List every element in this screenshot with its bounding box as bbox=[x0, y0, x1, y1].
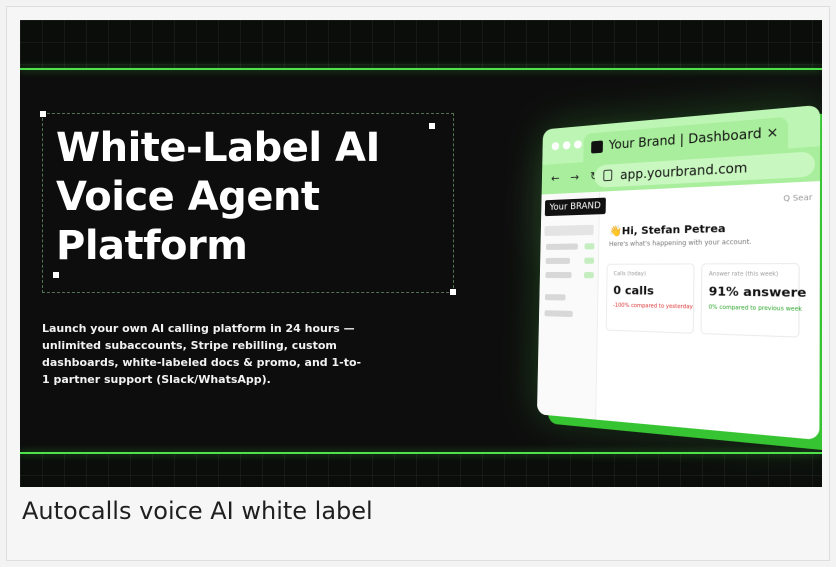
stat-value: 91% answere bbox=[708, 284, 807, 301]
window-dot-icon bbox=[574, 140, 582, 149]
image-caption: Autocalls voice AI white label bbox=[22, 497, 373, 525]
top-grid-band bbox=[20, 20, 822, 69]
stat-value: 0 calls bbox=[613, 283, 654, 298]
sidebar-tag bbox=[584, 257, 595, 264]
close-icon: × bbox=[766, 124, 779, 141]
favicon-icon bbox=[591, 140, 603, 154]
search-field: Q Sear bbox=[783, 193, 813, 204]
selection-handle bbox=[53, 272, 59, 278]
lock-icon bbox=[603, 169, 613, 182]
sidebar-item bbox=[544, 224, 594, 237]
sidebar-tag bbox=[584, 243, 595, 250]
selection-handle bbox=[40, 111, 46, 117]
bottom-accent-line bbox=[20, 452, 822, 454]
stat-card: Answer rate (this week) 91% answere 0% c… bbox=[700, 262, 806, 338]
hero-title: White-Label AI Voice Agent Platform bbox=[56, 125, 380, 269]
window-dot-icon bbox=[551, 141, 560, 151]
dashboard-subtitle: Here's what's happening with your accoun… bbox=[609, 238, 752, 249]
sidebar-item bbox=[545, 243, 578, 250]
dashboard-app: Your BRAND Q Sear 👋Hi, Stefan Petrea Her… bbox=[536, 181, 820, 441]
dashboard-main: Q Sear 👋Hi, Stefan Petrea Here's what's … bbox=[596, 181, 820, 440]
selection-handle bbox=[450, 289, 456, 295]
brand-badge: Your BRAND bbox=[544, 197, 606, 217]
hero-description: Launch your own AI calling platform in 2… bbox=[42, 322, 362, 386]
tab-title: Your Brand | Dashboard bbox=[608, 125, 762, 153]
bottom-grid-band bbox=[20, 453, 822, 487]
stat-note: -100% compared to yesterday bbox=[613, 302, 693, 311]
stat-card: Calls (today) 0 calls -100% compared to … bbox=[605, 263, 695, 334]
stat-label: Answer rate (this week) bbox=[708, 271, 779, 278]
browser-mockup: Your Brand | Dashboard × ← → ↻ app.yourb… bbox=[536, 104, 821, 441]
window-dot-icon bbox=[562, 141, 571, 150]
sidebar-tag bbox=[584, 272, 594, 279]
sidebar-item bbox=[544, 310, 573, 318]
sidebar-item bbox=[545, 272, 572, 279]
top-accent-line bbox=[20, 68, 822, 70]
dashboard-greeting: 👋Hi, Stefan Petrea bbox=[609, 223, 726, 238]
dashboard-sidebar: Your BRAND bbox=[536, 191, 606, 420]
stat-note: 0% compared to previous week bbox=[708, 304, 803, 314]
url-text: app.yourbrand.com bbox=[620, 160, 748, 183]
sidebar-item bbox=[544, 294, 566, 301]
browser-window: Your Brand | Dashboard × ← → ↻ app.yourb… bbox=[536, 104, 821, 441]
hero-banner-image: White-Label AI Voice Agent Platform Laun… bbox=[20, 20, 822, 487]
stat-label: Calls (today) bbox=[613, 271, 646, 278]
sidebar-item bbox=[545, 257, 571, 264]
